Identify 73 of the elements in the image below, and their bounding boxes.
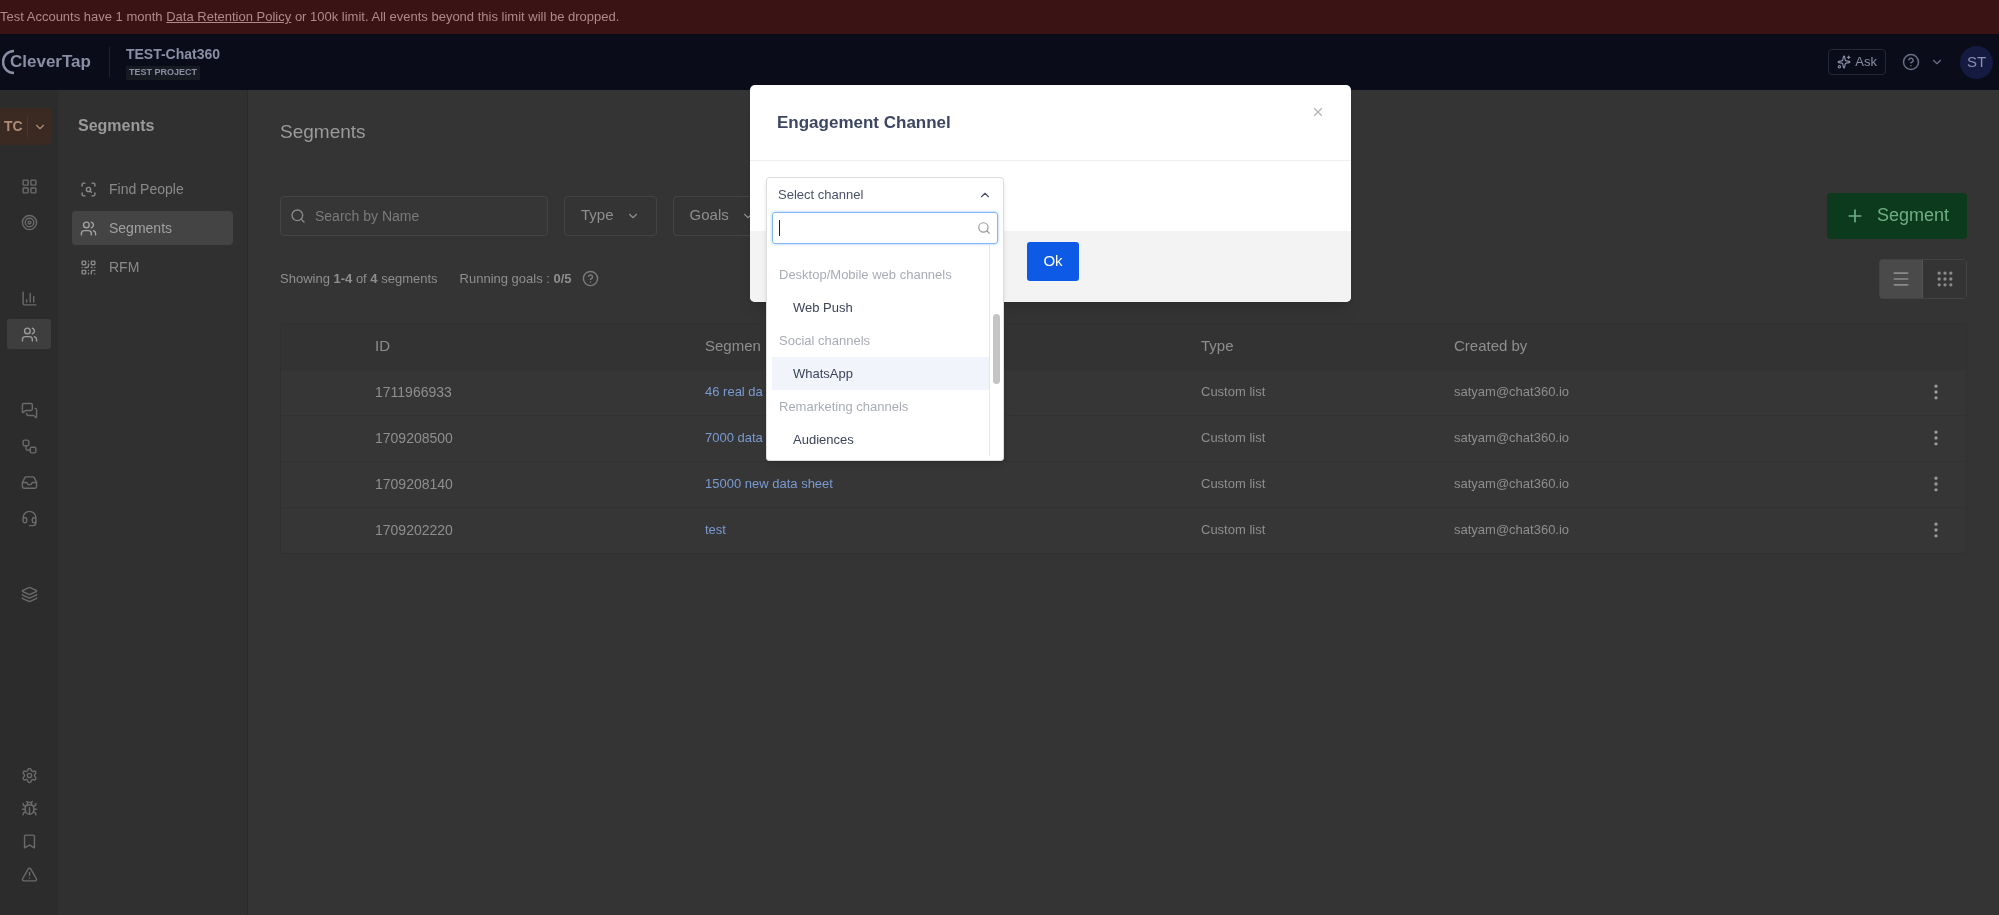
account-initials: TC [0,116,28,137]
table-cell-text: Custom list [1201,521,1266,540]
column-header: Created by [1454,335,1528,356]
project-name: TEST-Chat360 [125,45,221,65]
table-cell-text: Custom list [1201,429,1266,448]
segment-link[interactable]: 46 real da [705,382,763,402]
running-goals: Running goals : 0/5 [459,269,572,288]
page-title: Segments [280,120,366,144]
channel-search-field[interactable] [772,212,998,244]
sidebar-item[interactable]: Segments [72,211,233,245]
logo-text: CleverTap [10,51,91,74]
table-cell-text: Custom list [1201,383,1266,402]
channel-group-label: Remarketing channels [778,397,910,416]
segment-link[interactable]: test [705,520,726,540]
users-icon [20,325,38,343]
settings-icon[interactable] [20,767,38,784]
sidebar-item-label: RFM [109,257,140,277]
account-switcher[interactable]: TC [0,108,52,145]
search-icon [290,207,306,224]
column-header: ID [375,335,390,356]
headset-icon [20,509,38,527]
channel-group-label: Desktop/Mobile web channels [778,265,953,284]
sidebar-item-label: Find People [109,179,184,199]
table-cell-text: 1709208500 [375,428,453,448]
stacked-cards-icon [20,585,38,603]
table-cell-text: 1709202220 [375,520,453,540]
help-icon[interactable] [581,270,599,287]
segment-link[interactable]: 7000 data [705,428,763,448]
dialog-title: Engagement Channel [777,111,951,134]
bar-chart-icon [20,289,38,307]
list-view-button[interactable] [1880,259,1923,298]
filter-dropdown[interactable]: Type [564,195,657,236]
ok-button[interactable]: Ok [1027,242,1079,281]
sidebar-item[interactable]: RFM [72,250,233,284]
rail-item[interactable] [7,319,51,349]
flow-icon [20,437,38,455]
bug-icon[interactable] [20,800,38,817]
channel-option[interactable]: Audiences [772,423,989,456]
table-cell-text: 1709208140 [375,474,453,494]
banner-text: Test Accounts have 1 month Data Retention Policy or 100k limit. All events beyond this limit will be dropped. [0,8,620,27]
retention-policy-link[interactable]: Data Retention Policy [166,9,292,25]
sidebar-title: Segments [77,116,156,136]
sidebar-item[interactable]: Find People [72,172,233,206]
table-cell-text: satyam@chat360.io [1454,429,1570,448]
close-icon[interactable] [1311,105,1325,119]
chat-bubbles-icon [20,401,38,419]
text-cursor-icon [779,220,780,236]
search-field[interactable]: Search by Name [280,195,548,236]
column-header: Type [1201,335,1234,356]
search-icon [977,221,991,235]
sparkle-icon [1837,55,1852,69]
target-icon [20,213,38,231]
inbox-icon [20,473,38,491]
users-icon [80,219,97,237]
help-icon[interactable] [1902,53,1920,71]
scrollbar-thumb[interactable] [993,314,1000,384]
table-cell-text: satyam@chat360.io [1454,383,1570,402]
ask-button[interactable]: Ask [1828,49,1886,75]
table-cell-text: satyam@chat360.io [1454,475,1570,494]
channel-group-label: Social channels [778,331,872,350]
sidebar-item-label: Segments [109,218,173,238]
user-avatar[interactable]: ST [1960,45,1993,79]
segment-count: Showing 1-4 of 4 segments [280,269,438,288]
channel-option[interactable]: Web Push [772,291,989,324]
table-cell-text: satyam@chat360.io [1454,521,1570,540]
table-cell-text: Custom list [1201,475,1266,494]
project-badge: TEST PROJECT [125,66,200,80]
column-header: Segmen [705,335,761,356]
table-cell-text: 1711966933 [375,382,452,402]
channel-option[interactable]: WhatsApp [772,357,989,390]
segment-link[interactable]: 15000 new data sheet [705,474,833,494]
add-segment-button[interactable]: Segment [1826,192,1967,239]
warning-icon[interactable] [20,866,38,883]
